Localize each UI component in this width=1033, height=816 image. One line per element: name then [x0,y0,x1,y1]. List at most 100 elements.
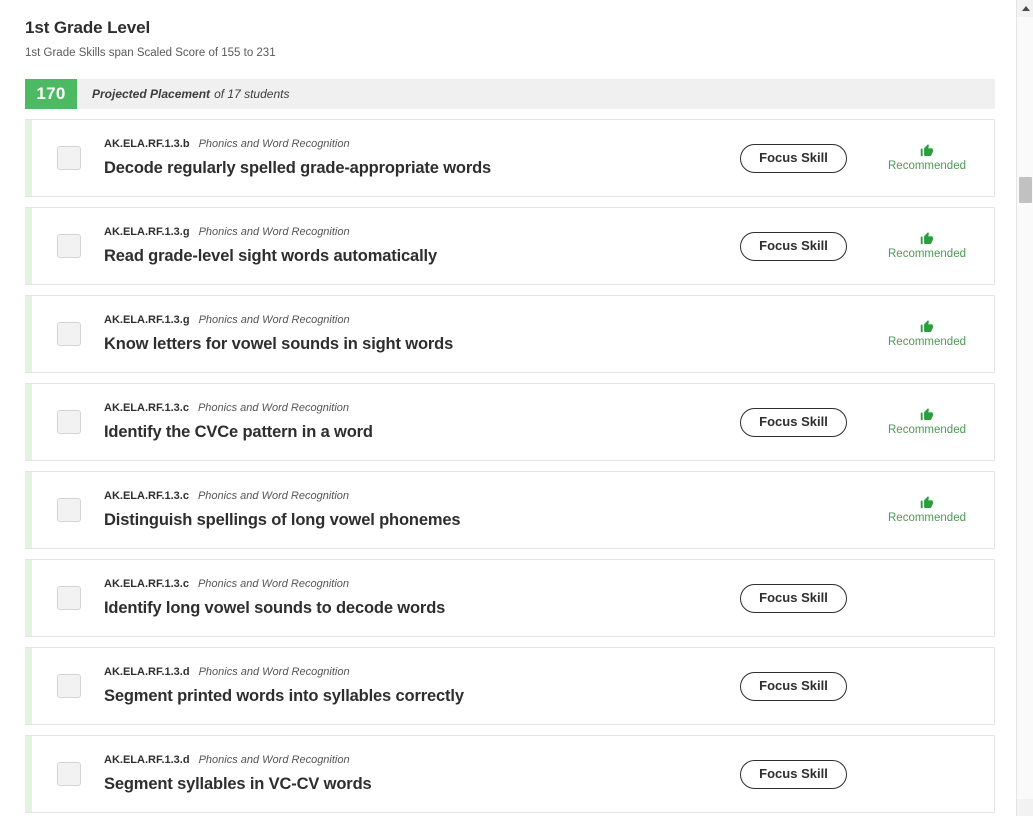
skill-select-checkbox[interactable] [57,410,81,435]
skill-select-checkbox[interactable] [57,146,81,171]
skill-standard-code: AK.ELA.RF.1.3.g [104,225,190,238]
skill-select-checkbox[interactable] [57,498,81,523]
skill-meta: AK.ELA.RF.1.3.c Phonics and Word Recognit… [104,490,711,503]
skill-name: Segment syllables in VC-CV words [104,775,372,794]
scroll-up-arrow-icon[interactable] [1017,0,1033,17]
recommended-cell: Recommended [866,495,994,526]
focus-skill-cell: Focus Skill [721,407,866,437]
placement-student-count: of 17 students [214,87,290,102]
skill-domain-label: Phonics and Word Recognition [198,665,350,678]
recommended-label: Recommended [888,247,966,260]
skill-meta: AK.ELA.RF.1.3.d Phonics and Word Recognit… [104,666,711,679]
skill-domain-label: Phonics and Word Recognition [198,313,350,326]
row-accent-bar [25,560,32,637]
grade-level-header: 1st Grade Level 1st Grade Skills span Sc… [0,0,1016,74]
focus-skill-button[interactable]: Focus Skill [740,143,847,173]
skill-standard-code: AK.ELA.RF.1.3.c [104,489,189,502]
scrollbar-track[interactable] [1017,17,1033,799]
skill-domain-label: Phonics and Word Recognition [197,489,349,502]
focus-skill-cell: Focus Skill [721,583,866,613]
recommended-label: Recommended [888,423,966,436]
thumbs-up-icon [919,495,935,510]
skill-domain-label: Phonics and Word Recognition [198,753,350,766]
focus-skill-cell: Focus Skill [721,143,866,173]
row-accent-bar [25,648,32,725]
focus-skill-cell: Focus Skill [721,671,866,701]
focus-skill-cell: Focus Skill [721,231,866,261]
thumbs-up-icon [919,143,935,158]
page-subtitle: 1st Grade Skills span Scaled Score of 15… [25,47,276,60]
row-accent-bar [25,736,32,813]
skill-text-block: AK.ELA.RF.1.3.b Phonics and Word Recognit… [81,138,721,179]
skill-select-checkbox[interactable] [57,762,81,787]
skill-name: Distinguish spellings of long vowel phon… [104,511,461,530]
scrollable-content-viewport: 1st Grade Level 1st Grade Skills span Sc… [0,0,1016,816]
page-scrollbar[interactable] [1016,0,1033,816]
placement-description: Projected Placement of 17 students [77,79,995,109]
skill-meta: AK.ELA.RF.1.3.g Phonics and Word Recognit… [104,314,711,327]
recommended-cell: Recommended [866,407,994,438]
recommended-cell: Recommended [866,319,994,350]
row-accent-bar [25,296,32,373]
skill-list: AK.ELA.RF.1.3.b Phonics and Word Recognit… [0,109,1016,816]
row-accent-bar [25,384,32,461]
skill-standard-code: AK.ELA.RF.1.3.d [104,753,190,766]
skill-text-block: AK.ELA.RF.1.3.g Phonics and Word Recognit… [81,226,721,267]
skill-meta: AK.ELA.RF.1.3.c Phonics and Word Recognit… [104,402,711,415]
focus-skill-button[interactable]: Focus Skill [740,759,847,789]
recommended-cell: Recommended [866,231,994,262]
skill-meta: AK.ELA.RF.1.3.c Phonics and Word Recognit… [104,578,711,591]
skill-name: Know letters for vowel sounds in sight w… [104,335,454,354]
skill-standard-code: AK.ELA.RF.1.3.g [104,313,190,326]
skill-domain-label: Phonics and Word Recognition [198,225,350,238]
skill-name: Read grade-level sight words automatical… [104,247,437,266]
skill-row[interactable]: AK.ELA.RF.1.3.d Phonics and Word Recognit… [25,735,995,814]
page-title: 1st Grade Level [25,18,151,37]
skill-row[interactable]: AK.ELA.RF.1.3.g Phonics and Word Recognit… [25,207,995,286]
skill-name: Segment printed words into syllables cor… [104,687,464,706]
grade-level-panel: 1st Grade Level 1st Grade Skills span Sc… [0,0,1016,816]
placement-label: Projected Placement [92,87,211,102]
skill-select-checkbox[interactable] [57,674,81,699]
skill-name: Decode regularly spelled grade-appropria… [104,159,492,178]
focus-skill-button[interactable]: Focus Skill [740,583,847,613]
skill-text-block: AK.ELA.RF.1.3.d Phonics and Word Recognit… [81,754,721,795]
skill-text-block: AK.ELA.RF.1.3.g Phonics and Word Recognit… [81,314,721,355]
recommended-cell: Recommended [866,143,994,174]
row-accent-bar [25,120,32,197]
recommended-label: Recommended [888,335,966,348]
recommended-label: Recommended [888,511,966,524]
skill-row[interactable]: AK.ELA.RF.1.3.c Phonics and Word Recognit… [25,559,995,638]
skill-domain-label: Phonics and Word Recognition [197,577,349,590]
skill-select-checkbox[interactable] [57,234,81,259]
projected-placement-bar: 170 Projected Placement of 17 students [25,79,995,110]
scrollbar-thumb[interactable] [1019,177,1032,203]
focus-skill-cell: Focus Skill [721,759,866,789]
skill-row[interactable]: AK.ELA.RF.1.3.d Phonics and Word Recognit… [25,647,995,726]
skill-name: Identify long vowel sounds to decode wor… [104,599,446,618]
skill-row[interactable]: AK.ELA.RF.1.3.c Phonics and Word Recognit… [25,383,995,462]
thumbs-up-icon [919,407,935,422]
recommended-label: Recommended [888,159,966,172]
focus-skill-button[interactable]: Focus Skill [740,231,847,261]
skill-meta: AK.ELA.RF.1.3.d Phonics and Word Recognit… [104,754,711,767]
skill-standard-code: AK.ELA.RF.1.3.b [104,137,190,150]
skill-domain-label: Phonics and Word Recognition [198,137,350,150]
skill-domain-label: Phonics and Word Recognition [197,401,349,414]
skill-row[interactable]: AK.ELA.RF.1.3.c Phonics and Word Recognit… [25,471,995,550]
skill-text-block: AK.ELA.RF.1.3.c Phonics and Word Recognit… [81,578,721,619]
skill-meta: AK.ELA.RF.1.3.g Phonics and Word Recognit… [104,226,711,239]
skill-select-checkbox[interactable] [57,586,81,611]
row-accent-bar [25,208,32,285]
skill-standard-code: AK.ELA.RF.1.3.d [104,665,190,678]
skill-select-checkbox[interactable] [57,322,81,347]
skill-row[interactable]: AK.ELA.RF.1.3.b Phonics and Word Recognit… [25,119,995,198]
focus-skill-button[interactable]: Focus Skill [740,671,847,701]
skill-standard-code: AK.ELA.RF.1.3.c [104,401,189,414]
skill-text-block: AK.ELA.RF.1.3.c Phonics and Word Recognit… [81,490,721,531]
placement-score-badge: 170 [25,79,77,110]
skill-meta: AK.ELA.RF.1.3.b Phonics and Word Recognit… [104,138,711,151]
focus-skill-button[interactable]: Focus Skill [740,407,847,437]
thumbs-up-icon [919,231,935,246]
skill-row[interactable]: AK.ELA.RF.1.3.g Phonics and Word Recognit… [25,295,995,374]
